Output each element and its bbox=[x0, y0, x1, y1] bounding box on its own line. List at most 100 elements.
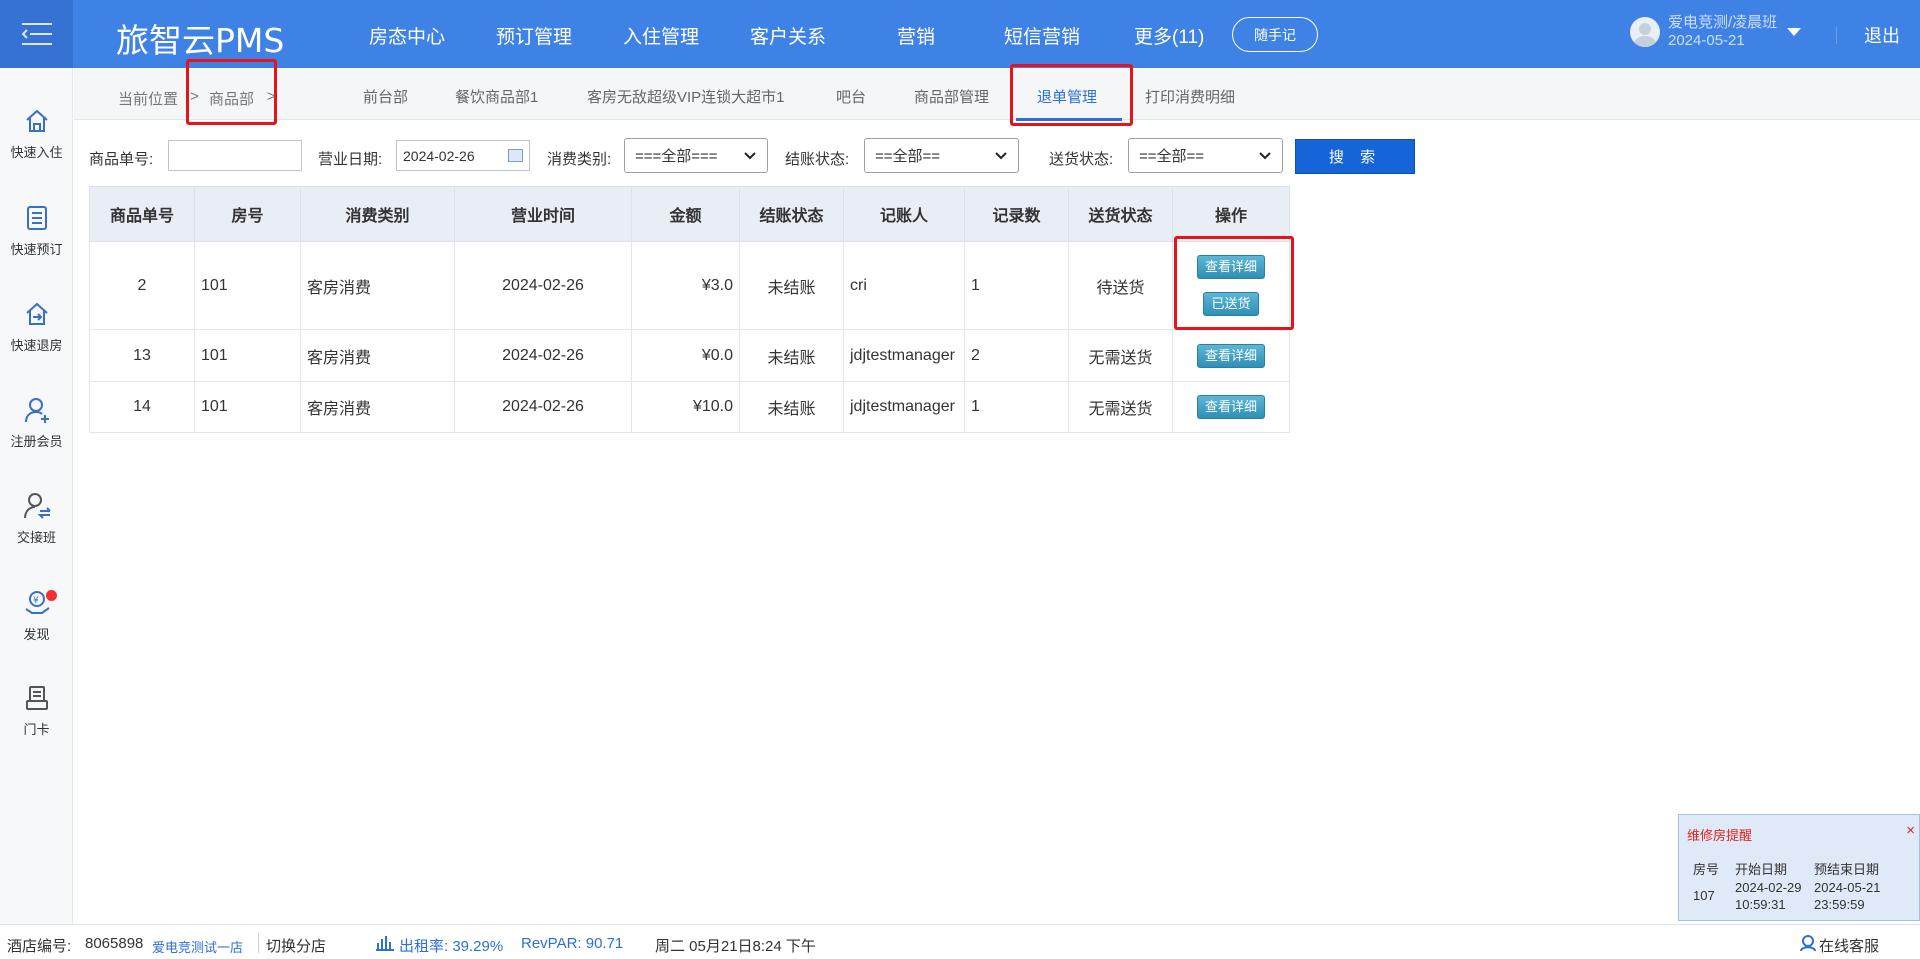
cell-amount: ¥10.0 bbox=[631, 381, 740, 433]
settle-select[interactable]: ==全部== bbox=[864, 138, 1019, 173]
cell-actions: 查看详细 bbox=[1172, 381, 1290, 433]
cell-operator: cri bbox=[843, 241, 965, 330]
customer-service-icon bbox=[1800, 935, 1816, 952]
sidebar-item-label: 注册会员 bbox=[10, 434, 63, 449]
chevron-down-icon bbox=[744, 151, 756, 159]
quick-note-button[interactable]: 随手记 bbox=[1232, 17, 1318, 52]
highlight-box bbox=[1174, 236, 1294, 330]
business-date: 2024-05-21 bbox=[1668, 32, 1745, 49]
divider bbox=[1836, 26, 1837, 44]
notification-dot bbox=[46, 590, 57, 601]
svg-text:¥: ¥ bbox=[33, 596, 39, 606]
column-header: 消费类别 bbox=[300, 186, 455, 242]
caret-down-icon[interactable] bbox=[1787, 28, 1802, 36]
sidebar-item-label: 交接班 bbox=[16, 530, 56, 545]
repair-reminder-panel: 维修房提醒 × 房号 开始日期 预结束日期 107 2024-02-29 10:… bbox=[1678, 814, 1920, 921]
nav-customer[interactable]: 客户关系 bbox=[750, 22, 826, 49]
hotel-name: 爱电竞测试一店 bbox=[152, 940, 244, 955]
cell-type: 客房消费 bbox=[300, 329, 455, 382]
cell-type: 客房消费 bbox=[300, 381, 455, 433]
online-service-button[interactable]: 在线客服 bbox=[1819, 935, 1879, 956]
delivery-select[interactable]: ==全部== bbox=[1128, 138, 1283, 173]
occupancy-rate: 出租率: 39.29% bbox=[399, 938, 504, 955]
sidebar-item-quick-booking[interactable]: 快速预订 bbox=[0, 203, 73, 258]
chevron-down-icon bbox=[995, 151, 1007, 159]
date-value: 2024-02-26 bbox=[403, 147, 475, 164]
chevron-down-icon bbox=[1259, 151, 1271, 159]
cell-order-no: 2 bbox=[89, 241, 195, 330]
breadcrumb-prefix: 当前位置 bbox=[118, 91, 179, 108]
delivery-select-value: ==全部== bbox=[1139, 148, 1205, 165]
highlight-box bbox=[186, 59, 277, 125]
column-header: 操作 bbox=[1172, 186, 1290, 242]
calendar-icon[interactable] bbox=[508, 149, 523, 162]
hotel-no: 8065898 bbox=[85, 935, 144, 952]
logout-button[interactable]: 退出 bbox=[1864, 22, 1900, 48]
cell-delivery-status: 无需送货 bbox=[1068, 381, 1173, 433]
table-row: 2 101 客房消费 2024-02-26 ¥3.0 未结账 cri 1 待送货… bbox=[89, 241, 1290, 330]
cell-operator: jdjtestmanager bbox=[843, 329, 965, 382]
add-user-icon bbox=[24, 398, 49, 423]
nav-reservation[interactable]: 预订管理 bbox=[496, 22, 572, 49]
user-menu[interactable]: 爱电竞测/凌晨班 2024-05-21 bbox=[1630, 14, 1802, 50]
sidebar-item-door-card[interactable]: 门卡 bbox=[0, 683, 73, 738]
cell-order-no: 13 bbox=[89, 329, 195, 382]
tab-food-goods[interactable]: 餐饮商品部1 bbox=[455, 86, 538, 107]
cell-count: 1 bbox=[964, 241, 1069, 330]
panel-start-date: 2024-02-29 bbox=[1735, 880, 1802, 895]
switch-branch-link[interactable]: 切换分店 bbox=[266, 935, 326, 956]
cell-room: 101 bbox=[194, 241, 301, 330]
column-header: 商品单号 bbox=[89, 186, 195, 242]
sidebar-item-register-member[interactable]: 注册会员 bbox=[0, 395, 73, 450]
column-header: 送货状态 bbox=[1068, 186, 1173, 242]
panel-col-room: 房号 bbox=[1693, 862, 1720, 877]
revpar: RevPAR: 90.71 bbox=[521, 935, 624, 952]
tab-goods-management[interactable]: 商品部管理 bbox=[914, 86, 989, 107]
highlight-box bbox=[1010, 64, 1133, 126]
sidebar-item-quick-checkin[interactable]: 快速入住 bbox=[0, 106, 73, 161]
sidebar-item-quick-checkout[interactable]: 快速退房 bbox=[0, 299, 73, 354]
status-bar: 酒店编号: 8065898 爱电竞测试一店 切换分店 出租率: 39.29% R… bbox=[0, 924, 1920, 959]
sidebar: 快速入住 快速预订 快速退房 注册会员 交接班 ¥ 发现 门卡 bbox=[0, 68, 73, 924]
cell-date: 2024-02-26 bbox=[454, 329, 632, 382]
panel-end-time: 23:59:59 bbox=[1814, 897, 1865, 912]
view-details-button[interactable]: 查看详细 bbox=[1196, 343, 1265, 368]
date-input[interactable]: 2024-02-26 bbox=[396, 140, 530, 171]
cell-count: 2 bbox=[964, 329, 1069, 382]
tab-vip-supermarket[interactable]: 客房无敌超级VIP连锁大超市1 bbox=[587, 86, 785, 107]
sidebar-item-label: 快速预订 bbox=[10, 242, 63, 257]
order-no-label: 商品单号: bbox=[89, 151, 154, 168]
close-icon[interactable]: × bbox=[1906, 822, 1915, 839]
tab-bar[interactable]: 吧台 bbox=[836, 86, 866, 107]
cell-amount: ¥0.0 bbox=[631, 329, 740, 382]
tabs-bar: 当前位置 > 商品部 > 前台部 餐饮商品部1 客房无敌超级VIP连锁大超市1 … bbox=[74, 68, 1920, 121]
avatar bbox=[1630, 17, 1660, 47]
nav-checkin[interactable]: 入住管理 bbox=[623, 22, 699, 49]
current-datetime: 周二 05月21日8:24 下午 bbox=[655, 938, 816, 955]
tab-front-desk[interactable]: 前台部 bbox=[363, 86, 408, 107]
order-no-input[interactable] bbox=[168, 140, 302, 171]
tab-print-details[interactable]: 打印消费明细 bbox=[1145, 86, 1235, 107]
table-row: 13 101 客房消费 2024-02-26 ¥0.0 未结账 jdjtestm… bbox=[89, 329, 1290, 382]
type-select-value: ===全部=== bbox=[635, 148, 718, 165]
refund-table: 商品单号 房号 消费类别 营业时间 金额 结账状态 记账人 记录数 送货状态 操… bbox=[89, 186, 1290, 433]
sidebar-item-shift-handover[interactable]: 交接班 bbox=[0, 491, 73, 546]
nav-marketing[interactable]: 营销 bbox=[897, 22, 935, 49]
nav-sms-marketing[interactable]: 短信营销 bbox=[1004, 22, 1080, 49]
nav-room-status[interactable]: 房态中心 bbox=[369, 22, 445, 49]
date-label: 营业日期: bbox=[318, 151, 383, 168]
shift-handover-icon bbox=[23, 493, 51, 519]
cell-type: 客房消费 bbox=[300, 241, 455, 330]
type-select[interactable]: ===全部=== bbox=[624, 138, 768, 173]
sidebar-item-label: 门卡 bbox=[23, 722, 50, 737]
view-details-button[interactable]: 查看详细 bbox=[1196, 395, 1265, 419]
sidebar-item-label: 快速入住 bbox=[10, 145, 63, 160]
column-header: 营业时间 bbox=[454, 186, 632, 242]
column-header: 房号 bbox=[194, 186, 301, 242]
nav-more[interactable]: 更多(11) bbox=[1134, 22, 1204, 49]
cell-order-no: 14 bbox=[89, 381, 195, 433]
search-button[interactable]: 搜 索 bbox=[1295, 139, 1415, 174]
sidebar-item-discover[interactable]: ¥ 发现 bbox=[0, 588, 73, 643]
menu-toggle-button[interactable] bbox=[0, 0, 73, 68]
table-header-row: 商品单号 房号 消费类别 营业时间 金额 结账状态 记账人 记录数 送货状态 操… bbox=[89, 186, 1290, 242]
